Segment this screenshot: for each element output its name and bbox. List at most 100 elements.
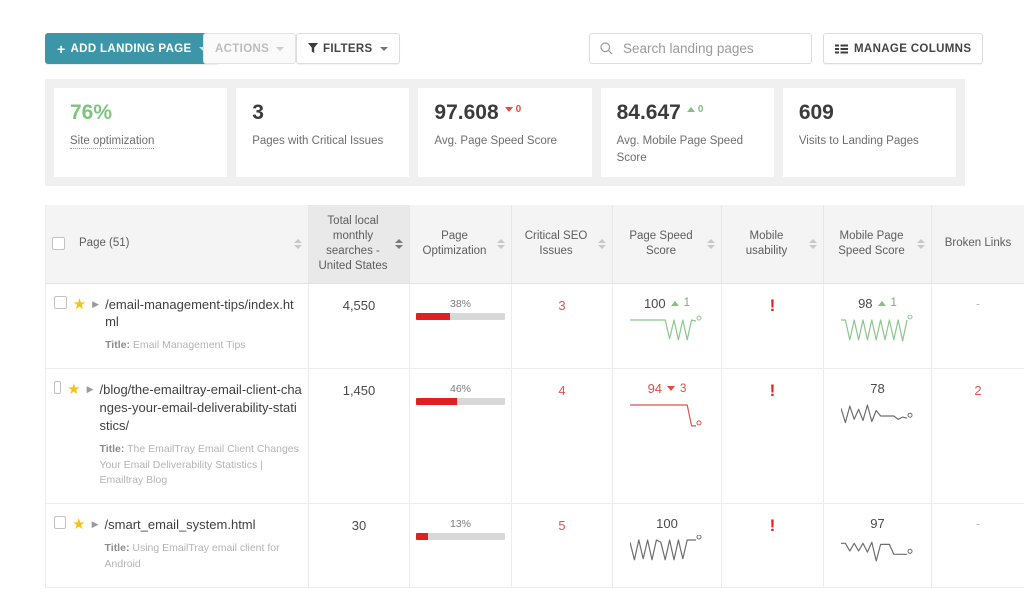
page-speed-value: 100: [656, 516, 678, 532]
page-speed-delta: 3: [680, 382, 687, 395]
mobile-speed-sparkline: [830, 314, 925, 345]
broken-links-cell: -: [931, 503, 1024, 588]
expand-row-icon[interactable]: ▶: [87, 385, 94, 394]
search-input[interactable]: [621, 40, 801, 57]
plus-icon: +: [57, 40, 66, 57]
kpi-label[interactable]: Site optimization: [70, 135, 155, 150]
kpi-label: Pages with Critical Issues: [252, 135, 384, 148]
sort-toggle-icon[interactable]: [809, 238, 817, 249]
column-header[interactable]: Critical SEO Issues: [511, 205, 613, 284]
title-prefix-label: Title:: [99, 442, 125, 455]
sort-toggle-icon[interactable]: [598, 238, 606, 249]
kpi-card: 84.647 0 Avg. Mobile Page Speed Score: [600, 88, 774, 177]
actions-label: ACTIONS: [215, 42, 270, 55]
column-header-label: Page (51): [79, 237, 130, 250]
expand-row-icon[interactable]: ▶: [92, 520, 99, 529]
searches-cell: 4,550: [308, 283, 410, 370]
broken-links-value: 2: [974, 383, 982, 399]
mobile-usability-cell: !: [721, 368, 824, 505]
chevron-down-icon: [276, 46, 285, 51]
chevron-down-icon: [379, 46, 388, 51]
page-url[interactable]: /email-management-tips/index.html: [105, 296, 302, 332]
page-cell: ★ ▶ /smart_email_system.html Title: Using E…: [45, 503, 309, 588]
searches-cell: 1,450: [308, 368, 410, 505]
column-header[interactable]: Page Optimization: [409, 205, 512, 284]
row-checkbox[interactable]: [54, 516, 67, 530]
page-speed-score-cell: 94 3: [612, 368, 722, 505]
page-optimization-cell: 13%: [409, 503, 512, 588]
star-icon[interactable]: ★: [72, 517, 85, 532]
optimization-progress-bar: [416, 533, 505, 541]
triangle-up-icon: [877, 300, 886, 306]
searches-value: 30: [351, 518, 367, 534]
add-landing-page-button[interactable]: + ADD LANDING PAGE: [45, 33, 219, 64]
page-optimization-cell: 38%: [409, 283, 512, 370]
kpi-card: 97.608 0 Avg. Page Speed Score: [418, 88, 592, 177]
column-header[interactable]: Total local monthly searches - United St…: [308, 205, 410, 284]
row-checkbox[interactable]: [54, 381, 62, 395]
critical-issues-value: 5: [558, 518, 566, 534]
mobile-page-speed-score-cell: 97: [823, 503, 932, 588]
expand-row-icon[interactable]: ▶: [92, 299, 99, 309]
kpi-summary-strip: 76% Site optimization 3 Pages with Critical…: [45, 79, 965, 186]
filters-label: FILTERS: [323, 42, 373, 55]
kpi-card: 609 Visits to Landing Pages: [782, 88, 957, 177]
column-header[interactable]: Page Speed Score: [612, 205, 722, 284]
sort-toggle-icon[interactable]: [294, 238, 302, 249]
kpi-value: 97.608: [434, 101, 499, 124]
kpi-label: Visits to Landing Pages: [798, 135, 919, 148]
mobile-speed-delta: 1: [890, 297, 897, 309]
page-speed-score-cell: 100: [612, 503, 722, 588]
actions-button[interactable]: ACTIONS: [203, 33, 297, 64]
page-speed-delta: 1: [683, 297, 691, 309]
column-header[interactable]: Broken Links: [931, 205, 1024, 284]
mobile-usability-cell: !: [721, 503, 824, 588]
sort-toggle-icon[interactable]: [917, 238, 925, 249]
optimization-percent: 38%: [449, 297, 471, 310]
mobile-page-speed-score-cell: 98 1: [823, 283, 932, 370]
triangle-down-icon: [504, 107, 513, 112]
sort-toggle-icon[interactable]: [395, 238, 403, 249]
critical-seo-issues-cell: 3: [511, 283, 613, 370]
star-icon[interactable]: ★: [67, 382, 80, 397]
page-title: Email Management Tips: [132, 339, 246, 352]
triangle-down-icon: [667, 386, 676, 392]
page-url[interactable]: /blog/the-emailtray-email-client-changes…: [99, 381, 302, 435]
sort-toggle-icon[interactable]: [497, 238, 505, 249]
kpi-delta: 0: [504, 102, 521, 115]
select-all-checkbox[interactable]: [52, 237, 65, 251]
landing-pages-table: Page (51) Total local monthly searches - …: [45, 205, 1024, 588]
mobile-speed-sparkline: [830, 535, 925, 565]
page-cell: ★ ▶ /blog/the-emailtray-email-client-chang…: [45, 368, 309, 505]
mobile-page-speed-score-cell: 78: [823, 368, 932, 505]
column-header[interactable]: Mobile usability: [721, 205, 824, 284]
kpi-value: 609: [798, 101, 834, 124]
column-header-label: Total local monthly searches - United St…: [318, 214, 388, 272]
kpi-card: 76% Site optimization: [54, 88, 228, 177]
column-header[interactable]: Mobile Page Speed Score: [823, 205, 932, 284]
row-checkbox[interactable]: [54, 295, 67, 309]
star-icon[interactable]: ★: [73, 297, 86, 312]
kpi-value: 84.647: [616, 101, 681, 124]
sort-toggle-icon[interactable]: [707, 238, 715, 249]
toolbar: + ADD LANDING PAGE ACTIONS FILTERS Searc…: [0, 0, 1024, 80]
broken-links-cell: -: [931, 283, 1024, 370]
filters-button[interactable]: FILTERS: [296, 33, 400, 64]
searches-value: 1,450: [342, 383, 376, 399]
broken-links-cell: 2: [931, 368, 1024, 505]
page-speed-score-cell: 100 1: [612, 283, 722, 370]
column-header[interactable]: Page (51): [45, 205, 309, 284]
broken-links-value: -: [975, 295, 981, 311]
table-header-row: Page (51) Total local monthly searches - …: [45, 205, 1024, 284]
column-header-label: Mobile Page Speed Score: [838, 229, 905, 257]
title-prefix-label: Title:: [104, 542, 130, 555]
critical-issues-value: 4: [558, 383, 566, 399]
page-optimization-cell: 46%: [409, 368, 512, 505]
mobile-usability-cell: !: [721, 283, 824, 370]
manage-columns-button[interactable]: MANAGE COLUMNS: [823, 33, 984, 64]
alert-exclamation-icon: !: [769, 516, 776, 536]
search-box[interactable]: [589, 33, 812, 64]
critical-seo-issues-cell: 5: [511, 503, 613, 588]
column-header-label: Page Optimization: [422, 229, 487, 257]
page-url[interactable]: /smart_email_system.html: [105, 516, 302, 534]
